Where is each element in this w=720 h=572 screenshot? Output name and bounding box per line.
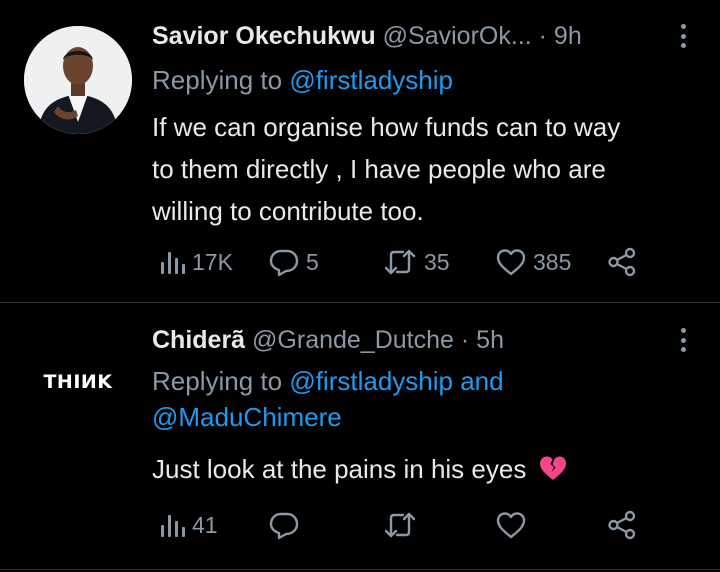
like-button[interactable] [495,508,527,542]
separator-dot: · [460,326,470,354]
reply-icon [269,249,299,277]
reply-button[interactable]: 5 [268,245,319,279]
tweet-text-line: If we can organise how funds can to way [152,112,621,142]
views-count: 17K [192,248,233,275]
avatar[interactable] [24,26,132,134]
like-icon [496,249,526,276]
divider [0,569,720,570]
retweet-count: 35 [424,248,450,275]
share-icon [608,247,636,277]
timestamp[interactable]: 5h [476,326,504,354]
reply-button[interactable] [268,508,300,542]
share-button[interactable] [607,508,637,542]
more-icon[interactable] [680,24,686,48]
tweet-text-line: to them directly , I have people who are [152,154,606,184]
tweet-text: If we can organise how funds can to way … [152,106,700,232]
replying-to: Replying to @firstladyship [152,62,700,98]
retweet-icon [384,249,416,275]
tweet-header: Chiderã @Grande_Dutche · 5h [152,322,700,358]
retweet-icon [384,512,416,538]
mention-link[interactable]: @firstladyship [289,65,453,95]
author-handle[interactable]: @SaviorOk... [383,22,532,50]
tweet-actions: 17K 5 35 385 [152,245,700,279]
retweet-button[interactable] [382,508,418,542]
views-button[interactable]: 41 [158,508,218,542]
tweet-content: Savior Okechukwu @SaviorOk... · 9h Reply… [152,18,700,302]
tweet-text: Just look at the pains in his eyes [152,448,700,490]
replying-to-label: Replying to [152,65,290,95]
broken-heart-icon [539,456,566,480]
like-count: 385 [533,248,572,275]
mention-and: and [452,366,504,396]
views-button[interactable]: 17K [158,245,233,279]
avatar-logo-text: THIИK [43,371,113,393]
tweet-content: Chiderã @Grande_Dutche · 5h Replying to … [152,322,700,572]
views-icon [161,515,185,537]
separator-dot: · [538,22,547,50]
author-name[interactable]: Chiderã [152,326,245,354]
reply-icon [269,512,299,540]
mention-link[interactable]: @firstladyship [289,366,453,396]
timestamp[interactable]: 9h [554,22,582,50]
mention-link[interactable]: @MaduChimere [152,399,700,435]
replying-to: Replying to @firstladyship and @MaduChim… [152,363,700,435]
tweet-header: Savior Okechukwu @SaviorOk... · 9h [152,18,700,54]
author-handle[interactable]: @Grande_Dutche [252,326,454,354]
tweet-actions: 41 [152,508,700,542]
tweet-text-line: Just look at the pains in his eyes [152,454,527,484]
author-name[interactable]: Savior Okechukwu [152,22,376,50]
retweet-button[interactable]: 35 [382,245,450,279]
views-icon [161,252,185,274]
views-count: 41 [192,511,218,538]
avatar[interactable]: THIИK [30,352,126,412]
more-icon[interactable] [680,328,686,352]
tweet-text-line: willing to contribute too. [152,196,424,226]
tweet[interactable]: Savior Okechukwu @SaviorOk... · 9h Reply… [0,0,720,302]
share-icon [608,510,636,540]
replying-to-label: Replying to [152,366,290,396]
like-icon [496,512,526,539]
share-button[interactable] [607,245,637,279]
like-button[interactable]: 385 [495,245,571,279]
reply-count: 5 [306,248,319,275]
tweet[interactable]: THIИK Chiderã @Grande_Dutche · 5h Replyi… [0,302,720,572]
